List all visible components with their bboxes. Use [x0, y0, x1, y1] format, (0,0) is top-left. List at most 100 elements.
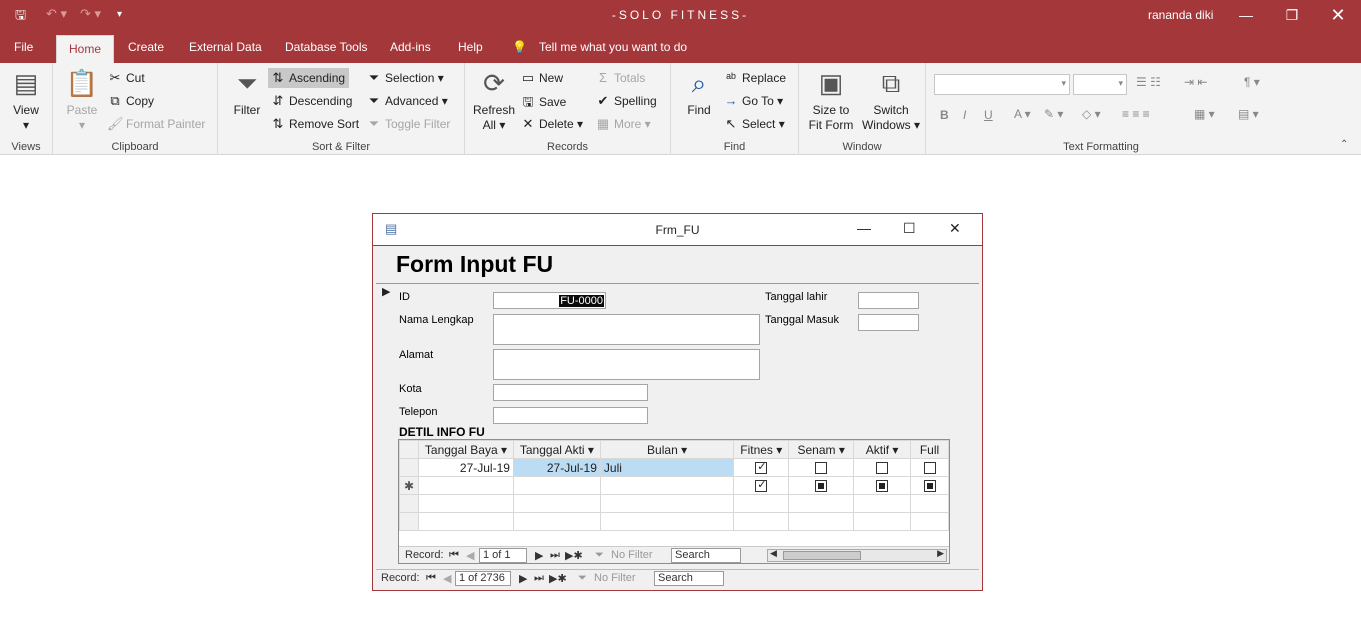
sub-record-position[interactable]: 1 of 1: [479, 548, 527, 563]
tanggal-masuk-field[interactable]: [858, 314, 919, 331]
fill-color-icon[interactable]: ◇ ▾: [1082, 107, 1101, 121]
underline-button[interactable]: U: [984, 108, 993, 122]
new-cell-full[interactable]: [910, 476, 949, 495]
copy-button[interactable]: ⧉ Copy: [107, 93, 154, 109]
paragraph-icon[interactable]: ¶ ▾: [1244, 75, 1260, 89]
telepon-field[interactable]: [493, 407, 648, 424]
format-painter-button[interactable]: 🖌 Format Painter: [107, 116, 205, 132]
select-all-corner[interactable]: [399, 440, 419, 459]
bold-button[interactable]: B: [940, 108, 949, 122]
prev-record-icon[interactable]: ◀: [443, 572, 451, 585]
view-button[interactable]: ▤ View ▾: [6, 67, 46, 133]
align-icons[interactable]: ≡ ≡ ≡: [1122, 107, 1150, 121]
cell-tanggal-bayar[interactable]: 27-Jul-19: [417, 458, 514, 477]
new-senam-checkbox[interactable]: [815, 480, 828, 493]
col-aktif[interactable]: Aktif ▾: [853, 440, 912, 459]
senam-checkbox[interactable]: [815, 462, 828, 475]
cell-full[interactable]: [910, 458, 949, 477]
col-tanggal-aktif[interactable]: Tanggal Akti ▾: [512, 440, 601, 459]
cell-aktif[interactable]: [853, 458, 912, 477]
alamat-field[interactable]: [493, 349, 760, 380]
close-icon[interactable]: ✕: [1323, 4, 1353, 26]
replace-button[interactable]: ᵃᵇ Replace: [723, 70, 786, 85]
kota-field[interactable]: [493, 384, 648, 401]
tab-home[interactable]: Home: [56, 35, 115, 63]
col-full[interactable]: Full: [910, 440, 949, 459]
cell-bulan[interactable]: Juli: [599, 458, 735, 477]
new-record-nav-icon[interactable]: ▶✱: [549, 572, 567, 585]
form-close-icon[interactable]: ✕: [949, 220, 961, 237]
new-aktif-checkbox[interactable]: [876, 480, 889, 493]
more-button[interactable]: ▦ More ▾: [595, 116, 651, 132]
horizontal-scrollbar[interactable]: ◀ ▶: [767, 548, 947, 562]
advanced-button[interactable]: ⏷ Advanced ▾: [366, 93, 448, 109]
spelling-button[interactable]: ✔ Spelling: [595, 93, 657, 109]
sub-no-filter[interactable]: No Filter: [611, 549, 653, 561]
record-selector-icon[interactable]: ▶: [382, 285, 390, 298]
col-senam[interactable]: Senam ▾: [788, 440, 855, 459]
col-fitnes[interactable]: Fitnes ▾: [733, 440, 790, 459]
fitnes-checkbox[interactable]: [755, 460, 768, 475]
new-record-row[interactable]: ✱: [399, 476, 949, 495]
ascending-button[interactable]: ⇅ Ascending: [268, 68, 350, 88]
id-field[interactable]: FU-0000: [493, 292, 606, 309]
goto-button[interactable]: → Go To ▾: [723, 93, 784, 108]
sub-next-record-icon[interactable]: ▶: [535, 549, 543, 562]
save-record-button[interactable]: 🖫 Save: [520, 93, 566, 115]
sub-new-record-icon[interactable]: ▶✱: [565, 549, 583, 562]
sub-first-record-icon[interactable]: ⏮: [449, 549, 459, 562]
user-name[interactable]: rananda diki: [1148, 8, 1213, 22]
bullets-icon[interactable]: ☰ ☷: [1136, 75, 1161, 89]
tab-add-ins[interactable]: Add-ins: [390, 40, 431, 54]
scroll-thumb[interactable]: [783, 551, 861, 560]
form-maximize-icon[interactable]: ☐: [903, 220, 916, 237]
next-record-icon[interactable]: ▶: [519, 572, 527, 585]
new-cell-aktif[interactable]: [853, 476, 912, 495]
no-filter[interactable]: No Filter: [594, 572, 636, 584]
table-row[interactable]: 27-Jul-19 27-Jul-19 Juli: [399, 458, 949, 477]
aktif-checkbox[interactable]: [876, 462, 889, 475]
collapse-ribbon-icon[interactable]: ⌃: [1340, 139, 1348, 150]
refresh-all-button[interactable]: ⟳ Refresh All ▾: [471, 67, 517, 133]
cell-tanggal-aktif[interactable]: 27-Jul-19: [512, 458, 601, 477]
cut-button[interactable]: ✂ Cut: [107, 70, 145, 86]
tab-file[interactable]: File: [14, 40, 33, 54]
nama-lengkap-field[interactable]: [493, 314, 760, 345]
sub-search-box[interactable]: Search: [671, 548, 741, 563]
alternate-row-icon[interactable]: ▤ ▾: [1238, 107, 1259, 121]
font-size-select[interactable]: ▾: [1073, 74, 1127, 95]
tab-help[interactable]: Help: [458, 40, 483, 54]
tab-create[interactable]: Create: [128, 40, 164, 54]
minimize-icon[interactable]: —: [1231, 4, 1261, 26]
last-record-icon[interactable]: ⏭: [534, 572, 544, 585]
delete-record-button[interactable]: ✕ Delete ▾: [520, 116, 584, 132]
sub-prev-record-icon[interactable]: ◀: [466, 549, 474, 562]
new-cell[interactable]: [599, 476, 735, 495]
new-fitnes-checkbox[interactable]: [755, 478, 768, 493]
search-box[interactable]: Search: [654, 571, 724, 586]
scroll-right-icon[interactable]: ▶: [937, 548, 944, 559]
row-selector[interactable]: [399, 458, 419, 477]
new-cell[interactable]: [512, 476, 601, 495]
remove-sort-button[interactable]: ⇅ Remove Sort: [270, 116, 359, 132]
form-minimize-icon[interactable]: —: [857, 220, 871, 236]
new-cell-senam[interactable]: [788, 476, 855, 495]
font-color-icon[interactable]: A ▾: [1014, 107, 1031, 121]
scroll-left-icon[interactable]: ◀: [770, 548, 777, 559]
tab-external-data[interactable]: External Data: [189, 40, 262, 54]
full-checkbox[interactable]: [923, 462, 936, 475]
record-position[interactable]: 1 of 2736: [455, 571, 511, 586]
restore-icon[interactable]: ❐: [1277, 4, 1307, 26]
selection-button[interactable]: ⏷ Selection ▾: [366, 70, 444, 86]
cell-senam[interactable]: [788, 458, 855, 477]
highlight-icon[interactable]: ✎ ▾: [1044, 107, 1063, 121]
tell-me-search[interactable]: Tell me what you want to do: [539, 40, 687, 54]
size-to-fit-button[interactable]: ▣ Size to Fit Form: [803, 67, 859, 133]
indent-icon[interactable]: ⇥ ⇤: [1184, 75, 1207, 89]
gridlines-icon[interactable]: ▦ ▾: [1194, 107, 1215, 121]
font-name-select[interactable]: ▾: [934, 74, 1070, 95]
tanggal-lahir-field[interactable]: [858, 292, 919, 309]
new-cell-fitnes[interactable]: [733, 476, 790, 495]
switch-windows-button[interactable]: ⧉ Switch Windows ▾: [861, 67, 921, 133]
new-record-button[interactable]: ▭ New: [520, 70, 563, 86]
